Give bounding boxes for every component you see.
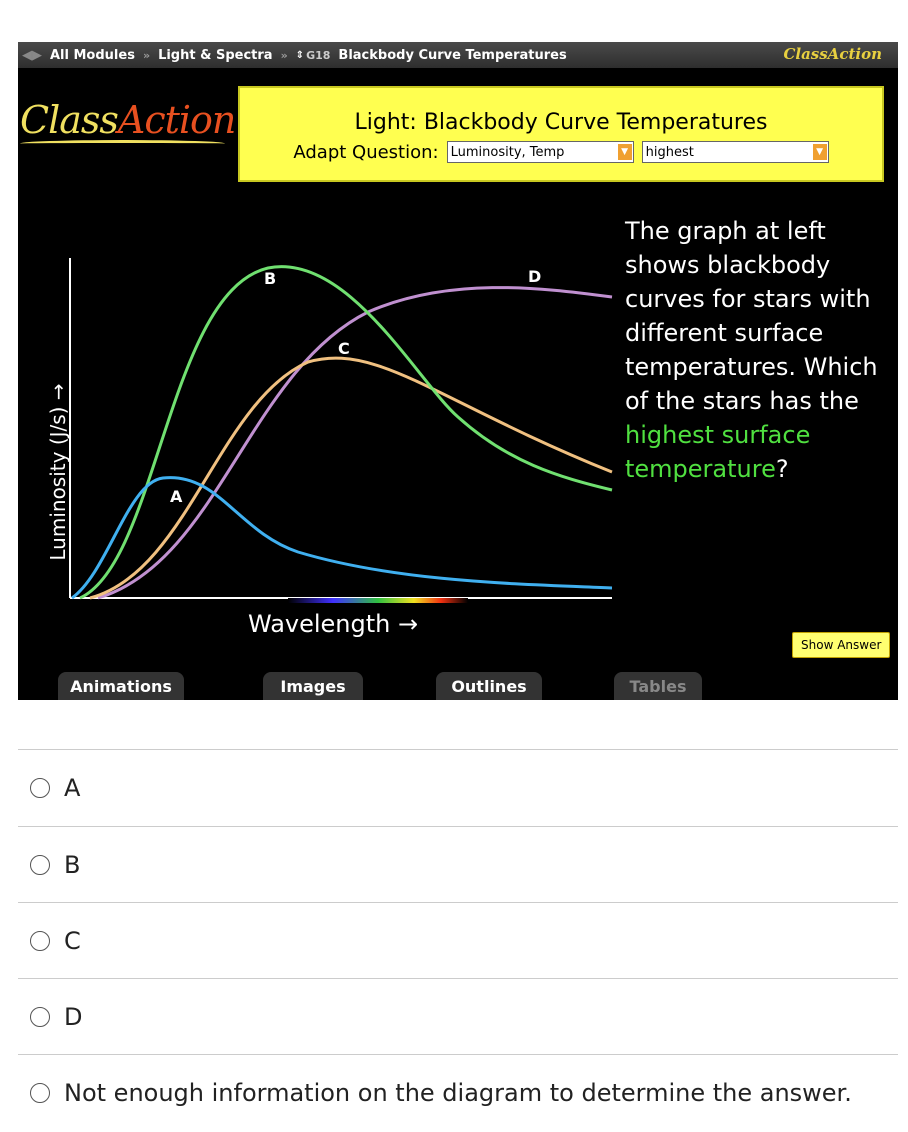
question-text: The graph at left shows blackbody curves…: [625, 217, 878, 483]
toolbar-logo: ClassAction: [783, 45, 882, 63]
label-a: A: [170, 487, 183, 506]
tab-tables[interactable]: Tables: [614, 672, 702, 700]
comparison-select[interactable]: highest ▼: [641, 141, 829, 163]
x-axis-label: Wavelength →: [248, 610, 419, 638]
option-c[interactable]: C: [18, 902, 898, 979]
y-axis-label: Luminosity (J/s) →: [46, 383, 70, 561]
radio-button[interactable]: [30, 1083, 50, 1103]
tab-images[interactable]: Images: [263, 672, 363, 700]
blackbody-graph: A B C D: [69, 258, 613, 603]
tab-outlines[interactable]: Outlines: [436, 672, 542, 700]
option-d[interactable]: D: [18, 978, 898, 1055]
classaction-frame: ◀▶ All Modules» Light & Spectra» ⇕ G18 B…: [18, 42, 898, 700]
option-a[interactable]: A: [18, 749, 898, 826]
chevron-down-icon: ▼: [812, 144, 827, 160]
radio-button[interactable]: [30, 1007, 50, 1027]
radio-button[interactable]: [30, 778, 50, 798]
option-b[interactable]: B: [18, 826, 898, 903]
curve-a: [71, 476, 613, 600]
radio-button[interactable]: [30, 931, 50, 951]
radio-button[interactable]: [30, 855, 50, 875]
curve-d: [97, 286, 613, 600]
spectrum-bar: [288, 598, 468, 603]
option-not-enough-info[interactable]: Not enough information on the diagram to…: [18, 1054, 898, 1131]
label-b: B: [264, 269, 276, 288]
label-d: D: [528, 267, 541, 286]
show-answer-button[interactable]: Show Answer: [792, 632, 891, 658]
tab-animations[interactable]: Animations: [58, 672, 184, 700]
label-c: C: [338, 339, 350, 358]
